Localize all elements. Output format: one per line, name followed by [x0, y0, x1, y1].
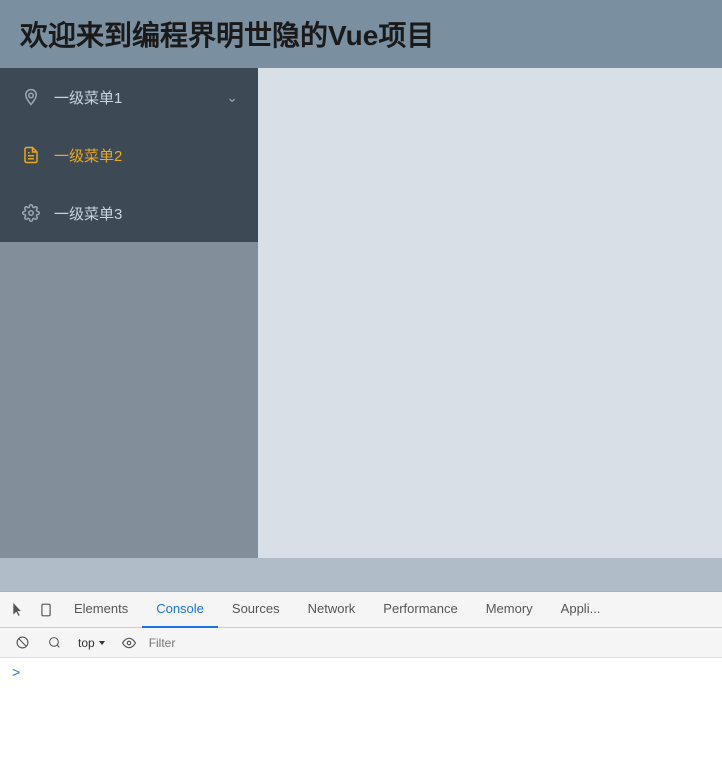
devtools-panel: Elements Console Sources Network Perform… [0, 591, 722, 783]
sidebar-item-label-menu1: 一级菜单1 [54, 87, 226, 108]
devtools-filter-toggle-icon[interactable] [40, 629, 68, 657]
sidebar-bottom-filler [0, 242, 258, 558]
sidebar-item-label-menu3: 一级菜单3 [54, 203, 238, 224]
devtools-secondary-toolbar: top [0, 628, 722, 658]
content-area [258, 68, 722, 558]
tab-memory[interactable]: Memory [472, 592, 547, 628]
devtools-tabs: Elements Console Sources Network Perform… [0, 592, 722, 628]
tab-performance[interactable]: Performance [369, 592, 471, 628]
devtools-filter-input[interactable] [145, 634, 714, 652]
tab-elements[interactable]: Elements [60, 592, 142, 628]
devtools-top-selector[interactable]: top [72, 634, 113, 652]
devtools-prompt-line[interactable]: > [12, 664, 710, 680]
sidebar-item-menu2[interactable]: 一级菜单2 [0, 126, 258, 184]
app-title: 欢迎来到编程界明世隐的Vue项目 [20, 14, 434, 54]
app-header: 欢迎来到编程界明世隐的Vue项目 [0, 0, 722, 68]
devtools-caret: > [12, 664, 20, 680]
tab-network[interactable]: Network [294, 592, 370, 628]
sidebar-item-menu1[interactable]: 一级菜单1 ⌄ [0, 68, 258, 126]
gear-icon [20, 202, 42, 224]
tab-sources[interactable]: Sources [218, 592, 294, 628]
sidebar: 一级菜单1 ⌄ 一级菜单2 [0, 68, 258, 558]
separator-band [0, 558, 722, 591]
devtools-clear-icon[interactable] [8, 629, 36, 657]
sidebar-item-label-menu2: 一级菜单2 [54, 145, 238, 166]
devtools-eye-icon[interactable] [117, 631, 141, 655]
tab-console[interactable]: Console [142, 592, 218, 628]
devtools-device-icon[interactable] [32, 596, 60, 624]
app-main: 一级菜单1 ⌄ 一级菜单2 [0, 68, 722, 558]
devtools-console-content: > [0, 658, 722, 783]
tab-application[interactable]: Appli... [547, 592, 615, 628]
location-icon [20, 86, 42, 108]
file-icon [20, 144, 42, 166]
devtools-cursor-icon[interactable] [4, 596, 32, 624]
sidebar-item-menu3[interactable]: 一级菜单3 [0, 184, 258, 242]
chevron-down-icon: ⌄ [226, 89, 238, 106]
